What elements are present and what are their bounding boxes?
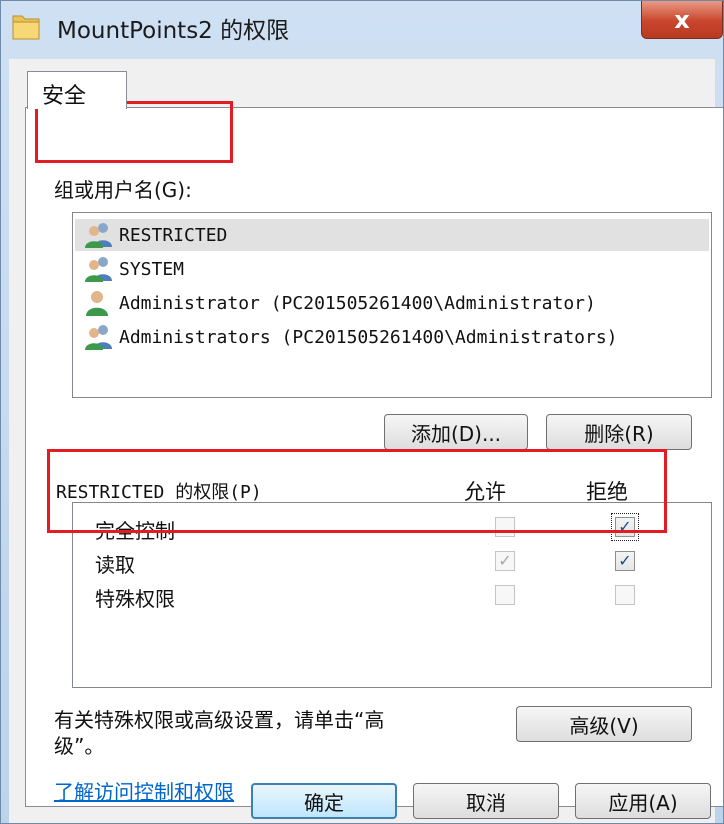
read-allow-checkbox[interactable]: ✓: [495, 551, 515, 571]
annotation-highlight-box: [35, 101, 233, 163]
tab-security[interactable]: 安全: [27, 71, 127, 109]
list-item-label: Administrator (PC201505261400\Administra…: [119, 292, 596, 314]
permissions-dialog: MountPoints2 的权限 x 安全 组或用户名(G): RESTRICT…: [0, 0, 724, 824]
list-item-label: Administrators (PC201505261400\Administr…: [119, 326, 618, 348]
window-title: MountPoints2 的权限: [57, 18, 290, 44]
special-allow-checkbox[interactable]: [495, 585, 515, 605]
permission-name: 特殊权限: [95, 587, 175, 611]
annotation-highlight-box: [47, 449, 667, 533]
close-icon: x: [674, 5, 690, 34]
group-users-icon: [85, 257, 112, 282]
list-item-administrator[interactable]: Administrator (PC201505261400\Administra…: [75, 287, 709, 319]
remove-button[interactable]: 删除(R): [546, 414, 692, 450]
user-icon: [86, 291, 108, 316]
group-users-icon: [85, 325, 112, 350]
cancel-button[interactable]: 取消: [413, 783, 559, 819]
list-item-administrators[interactable]: Administrators (PC201505261400\Administr…: [75, 321, 709, 353]
apply-button[interactable]: 应用(A): [575, 783, 711, 819]
dialog-body: 安全 组或用户名(G): RESTRICTED SYSTEM Administr…: [9, 59, 723, 823]
group-user-names-label: 组或用户名(G):: [54, 178, 192, 202]
advanced-hint-line1: 有关特殊权限或高级设置，请单击“高: [54, 708, 385, 732]
add-button[interactable]: 添加(D)...: [384, 414, 528, 450]
list-item-label: RESTRICTED: [119, 224, 228, 246]
list-item-restricted[interactable]: RESTRICTED: [75, 219, 709, 251]
advanced-button[interactable]: 高级(V): [516, 706, 692, 742]
ok-button[interactable]: 确定: [251, 783, 397, 819]
list-item-system[interactable]: SYSTEM: [75, 253, 709, 285]
special-deny-checkbox[interactable]: [615, 585, 635, 605]
folder-icon: [12, 15, 40, 40]
permission-name: 读取: [95, 553, 135, 577]
advanced-hint-line2: 级”。: [54, 734, 105, 758]
close-button[interactable]: x: [641, 1, 723, 39]
list-item-label: SYSTEM: [119, 258, 185, 280]
group-user-list[interactable]: RESTRICTED SYSTEM Administrator (PC20150…: [72, 212, 712, 398]
title-bar[interactable]: MountPoints2 的权限 x: [1, 1, 723, 59]
read-deny-checkbox[interactable]: ✓: [615, 551, 635, 571]
group-users-icon: [85, 223, 112, 248]
help-link[interactable]: 了解访问控制和权限: [54, 776, 234, 805]
